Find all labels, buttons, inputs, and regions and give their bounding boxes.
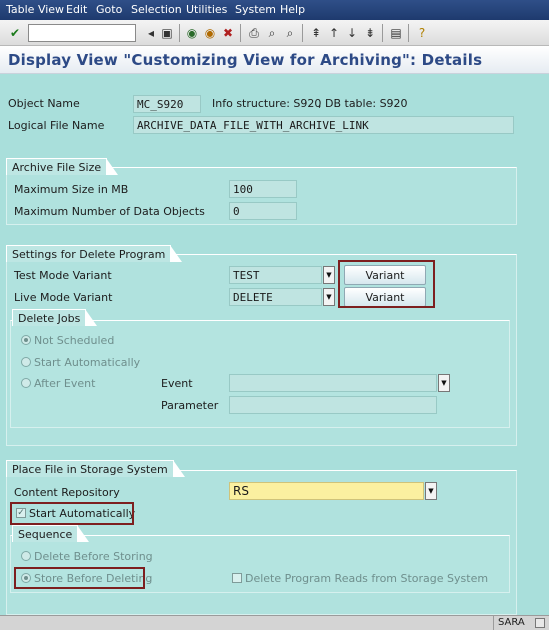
menu-table-view[interactable]: Table View [4, 3, 66, 16]
system-info-icon[interactable] [535, 618, 545, 628]
command-field[interactable] [28, 24, 136, 42]
enter-icon[interactable]: ✔ [7, 25, 23, 41]
object-name-field: MC_S920 [133, 95, 201, 113]
content-repository-field[interactable]: RS [229, 482, 424, 500]
after-event-radio[interactable] [21, 378, 31, 388]
event-field[interactable] [229, 374, 437, 392]
content-repository-dropdown-icon[interactable]: ▼ [425, 482, 437, 500]
event-dropdown-icon[interactable]: ▼ [438, 374, 450, 392]
start-automatically-label: Start Automatically [34, 356, 141, 369]
delete-program-reads-checkbox[interactable] [232, 573, 242, 583]
exit-icon[interactable]: ◉ [202, 25, 218, 41]
layout-menu-icon[interactable]: ▤ [388, 25, 404, 41]
cancel-icon[interactable]: ✖ [220, 25, 236, 41]
delete-program-title: Settings for Delete Program [6, 245, 183, 262]
test-mode-field[interactable]: TEST [229, 266, 322, 284]
find-next-icon[interactable]: ⌕ [282, 25, 298, 41]
start-automatically-radio[interactable] [21, 357, 31, 367]
status-bar: SARA [0, 615, 549, 630]
event-label: Event [161, 377, 193, 390]
screen-title-bar: Display View "Customizing View for Archi… [0, 46, 549, 74]
max-size-field: 100 [229, 180, 297, 198]
max-size-label: Maximum Size in MB [14, 183, 129, 196]
not-scheduled-label: Not Scheduled [34, 334, 115, 347]
page-title: Display View "Customizing View for Archi… [8, 51, 483, 69]
history-icon[interactable]: ◂ [143, 25, 159, 41]
logical-file-name-label: Logical File Name [8, 119, 105, 132]
previous-page-icon[interactable]: ↑ [326, 25, 342, 41]
max-objects-label: Maximum Number of Data Objects [14, 205, 205, 218]
test-mode-dropdown-icon[interactable]: ▼ [323, 266, 335, 284]
delete-jobs-title: Delete Jobs [12, 309, 98, 326]
next-page-icon[interactable]: ↓ [344, 25, 360, 41]
save-icon[interactable]: ▣ [159, 25, 175, 41]
object-name-label: Object Name [8, 97, 80, 110]
find-icon[interactable]: ⌕ [264, 25, 280, 41]
menu-utilities[interactable]: Utilities [186, 3, 227, 16]
content-repository-label: Content Repository [14, 486, 120, 499]
menu-bar: Table View Edit Goto Selection Utilities… [0, 0, 549, 20]
menu-help[interactable]: Help [280, 3, 305, 16]
delete-program-reads-label: Delete Program Reads from Storage System [245, 572, 489, 585]
back-icon[interactable]: ◉ [184, 25, 200, 41]
max-objects-field: 0 [229, 202, 297, 220]
menu-selection[interactable]: Selection [131, 3, 182, 16]
logical-file-name-field: ARCHIVE_DATA_FILE_WITH_ARCHIVE_LINK [133, 116, 514, 134]
print-icon[interactable]: ⎙ [246, 25, 262, 41]
after-event-label: After Event [34, 377, 96, 390]
parameter-label: Parameter [161, 399, 219, 412]
storage-title: Place File in Storage System [6, 460, 185, 477]
menu-system[interactable]: System [235, 3, 276, 16]
live-mode-field[interactable]: DELETE [229, 288, 322, 306]
variant-buttons-highlight [338, 260, 435, 308]
start-automatically-highlight [10, 502, 134, 525]
sequence-title: Sequence [12, 525, 90, 542]
delete-before-storing-label: Delete Before Storing [34, 550, 153, 563]
live-mode-label: Live Mode Variant [14, 291, 113, 304]
standard-toolbar: ✔ ◂ ▣ ◉ ◉ ✖ ⎙ ⌕ ⌕ ⇞ ↑ ↓ ⇟ ▤ ? [0, 20, 549, 46]
test-mode-label: Test Mode Variant [14, 269, 112, 282]
transaction-code: SARA [498, 617, 525, 628]
store-before-deleting-highlight [14, 567, 145, 589]
live-mode-dropdown-icon[interactable]: ▼ [323, 288, 335, 306]
system-info[interactable]: SARA [493, 616, 549, 630]
last-page-icon[interactable]: ⇟ [362, 25, 378, 41]
delete-before-storing-radio[interactable] [21, 551, 31, 561]
help-icon[interactable]: ? [414, 25, 430, 41]
archive-file-size-title: Archive File Size [6, 158, 119, 175]
info-structure-text: Info structure: S920 [212, 97, 322, 110]
not-scheduled-radio[interactable] [21, 335, 31, 345]
menu-edit[interactable]: Edit [66, 3, 87, 16]
db-table-text: , DB table: S920 [318, 97, 408, 110]
menu-goto[interactable]: Goto [96, 3, 122, 16]
parameter-field[interactable] [229, 396, 437, 414]
first-page-icon[interactable]: ⇞ [308, 25, 324, 41]
